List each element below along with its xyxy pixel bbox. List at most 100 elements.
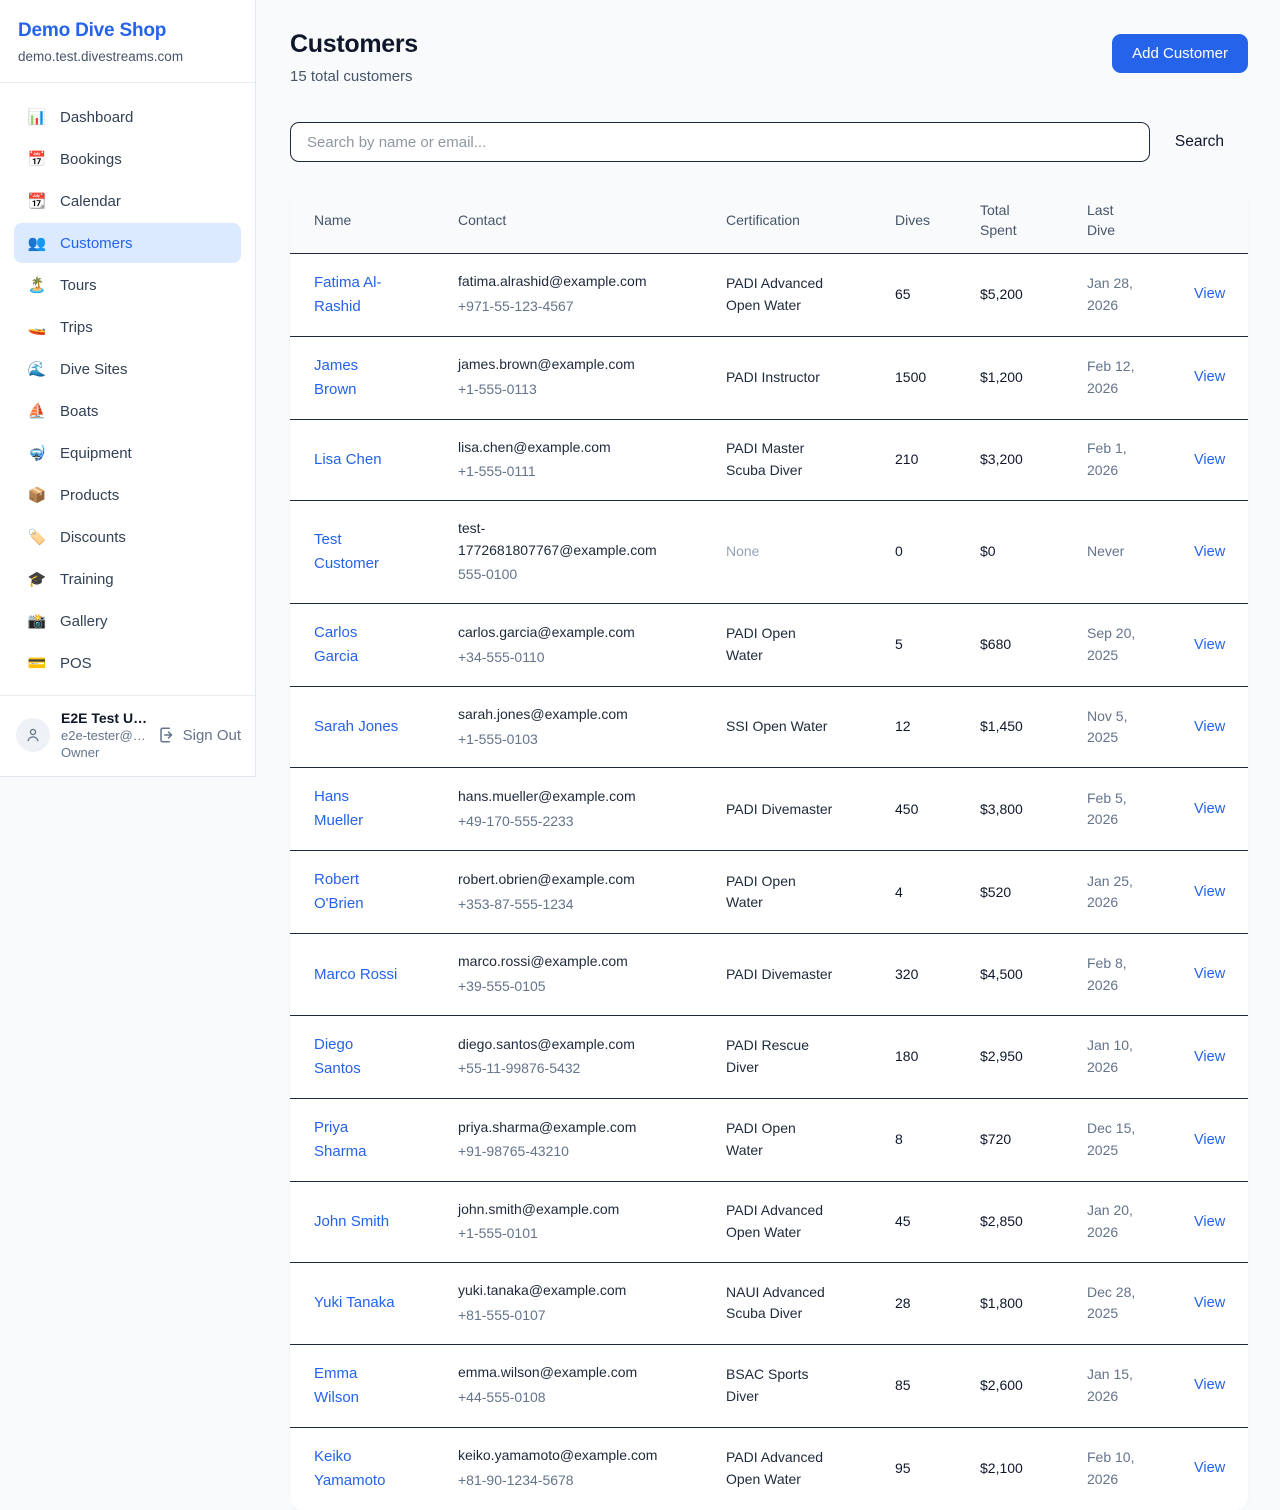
last-dive-date: Feb 5, 2026 — [1087, 788, 1145, 831]
sidebar-item-pos[interactable]: 💳 POS — [14, 643, 241, 683]
dives-count: 5 — [895, 604, 980, 687]
user-role: Owner — [61, 745, 147, 760]
customer-name-link[interactable]: Test Customer — [314, 528, 400, 576]
table-row: John Smith john.smith@example.com +1-555… — [290, 1181, 1248, 1262]
total-spent: $4,500 — [980, 934, 1087, 1015]
dives-count: 4 — [895, 851, 980, 934]
view-link[interactable]: View — [1194, 1214, 1225, 1230]
search-button[interactable]: Search — [1150, 133, 1248, 151]
view-link[interactable]: View — [1194, 544, 1225, 560]
sidebar-item-equipment[interactable]: 🤿 Equipment — [14, 433, 241, 473]
customer-phone: +81-555-0107 — [458, 1305, 658, 1327]
customer-phone: +55-11-99876-5432 — [458, 1058, 658, 1080]
customer-email: james.brown@example.com — [458, 354, 658, 376]
island-icon: 🏝️ — [27, 278, 47, 293]
customer-email: keiko.yamamoto@example.com — [458, 1445, 658, 1467]
table-row: Priya Sharma priya.sharma@example.com +9… — [290, 1098, 1248, 1181]
customer-email: robert.obrien@example.com — [458, 869, 658, 891]
main-content: Customers 15 total customers Add Custome… — [256, 0, 1280, 1510]
customer-email: sarah.jones@example.com — [458, 704, 658, 726]
column-header — [1194, 188, 1248, 253]
customer-name-link[interactable]: Lisa Chen — [314, 448, 382, 472]
customer-email: priya.sharma@example.com — [458, 1117, 658, 1139]
customer-email: yuki.tanaka@example.com — [458, 1280, 658, 1302]
credit-card-icon: 💳 — [27, 656, 47, 671]
view-link[interactable]: View — [1194, 966, 1225, 982]
last-dive-date: Dec 15, 2025 — [1087, 1118, 1145, 1161]
sign-out-button[interactable]: Sign Out — [158, 726, 241, 744]
customer-contact: robert.obrien@example.com +353-87-555-12… — [458, 869, 658, 915]
add-customer-button[interactable]: Add Customer — [1112, 34, 1248, 73]
sidebar-item-bookings[interactable]: 📅 Bookings — [14, 139, 241, 179]
certification: PADI Divemaster — [726, 964, 836, 986]
last-dive-date: Nov 5, 2025 — [1087, 706, 1145, 749]
sidebar-item-calendar[interactable]: 📆 Calendar — [14, 181, 241, 221]
sidebar-item-label: Gallery — [60, 613, 108, 630]
view-link[interactable]: View — [1194, 801, 1225, 817]
customer-name-link[interactable]: Yuki Tanaka — [314, 1291, 395, 1315]
sidebar-item-boats[interactable]: ⛵ Boats — [14, 391, 241, 431]
customer-email: test-1772681807767@example.com — [458, 518, 658, 561]
sidebar-item-customers[interactable]: 👥 Customers — [14, 223, 241, 263]
sidebar-item-label: Discounts — [60, 529, 126, 546]
customer-name-link[interactable]: Diego Santos — [314, 1033, 400, 1081]
customer-name-link[interactable]: John Smith — [314, 1210, 389, 1234]
sidebar-item-training[interactable]: 🎓 Training — [14, 559, 241, 599]
sidebar-item-discounts[interactable]: 🏷️ Discounts — [14, 517, 241, 557]
view-link[interactable]: View — [1194, 1049, 1225, 1065]
last-dive-date: Feb 12, 2026 — [1087, 356, 1145, 399]
sidebar-item-label: Tours — [60, 277, 97, 294]
view-link[interactable]: View — [1194, 452, 1225, 468]
sidebar-item-gallery[interactable]: 📸 Gallery — [14, 601, 241, 641]
tag-icon: 🏷️ — [27, 530, 47, 545]
view-link[interactable]: View — [1194, 637, 1225, 653]
bar-chart-icon: 📊 — [27, 110, 47, 125]
customer-email: carlos.garcia@example.com — [458, 622, 658, 644]
last-dive-date: Dec 28, 2025 — [1087, 1282, 1145, 1325]
total-spent: $520 — [980, 851, 1087, 934]
total-spent: $2,850 — [980, 1181, 1087, 1262]
shop-domain: demo.test.divestreams.com — [18, 49, 237, 64]
customer-email: fatima.alrashid@example.com — [458, 271, 658, 293]
customer-phone: +49-170-555-2233 — [458, 811, 658, 833]
last-dive-date: Jan 10, 2026 — [1087, 1035, 1145, 1078]
table-row: Keiko Yamamoto keiko.yamamoto@example.co… — [290, 1427, 1248, 1510]
view-link[interactable]: View — [1194, 1295, 1225, 1311]
customer-name-link[interactable]: Sarah Jones — [314, 715, 398, 739]
view-link[interactable]: View — [1194, 1460, 1225, 1476]
sidebar-item-label: Dashboard — [60, 109, 133, 126]
table-row: Carlos Garcia carlos.garcia@example.com … — [290, 604, 1248, 687]
customer-contact: carlos.garcia@example.com +34-555-0110 — [458, 622, 658, 668]
view-link[interactable]: View — [1194, 286, 1225, 302]
user-email: e2e-tester@… — [61, 728, 147, 743]
customer-name-link[interactable]: Priya Sharma — [314, 1116, 400, 1164]
customer-phone: +91-98765-43210 — [458, 1141, 658, 1163]
customer-name-link[interactable]: Carlos Garcia — [314, 621, 400, 669]
sidebar-item-products[interactable]: 📦 Products — [14, 475, 241, 515]
customer-name-link[interactable]: Hans Mueller — [314, 785, 400, 833]
view-link[interactable]: View — [1194, 719, 1225, 735]
sidebar-item-label: Products — [60, 487, 119, 504]
customer-name-link[interactable]: Robert O'Brien — [314, 868, 400, 916]
view-link[interactable]: View — [1194, 884, 1225, 900]
table-header-row: NameContactCertificationDivesTotal Spent… — [290, 188, 1248, 253]
view-link[interactable]: View — [1194, 369, 1225, 385]
sidebar-item-trips[interactable]: 🚤 Trips — [14, 307, 241, 347]
customer-name-link[interactable]: James Brown — [314, 354, 400, 402]
customer-contact: priya.sharma@example.com +91-98765-43210 — [458, 1117, 658, 1163]
customer-phone: +1-555-0111 — [458, 461, 658, 483]
sidebar-item-dashboard[interactable]: 📊 Dashboard — [14, 97, 241, 137]
last-dive-date: Jan 20, 2026 — [1087, 1200, 1145, 1243]
customer-name-link[interactable]: Fatima Al-Rashid — [314, 271, 400, 319]
customer-name-link[interactable]: Marco Rossi — [314, 963, 397, 987]
customer-name-link[interactable]: Keiko Yamamoto — [314, 1445, 400, 1493]
last-dive-date: Feb 8, 2026 — [1087, 953, 1145, 996]
view-link[interactable]: View — [1194, 1377, 1225, 1393]
table-row: Emma Wilson emma.wilson@example.com +44-… — [290, 1344, 1248, 1427]
customer-name-link[interactable]: Emma Wilson — [314, 1362, 400, 1410]
sidebar-item-label: Bookings — [60, 151, 122, 168]
sidebar-item-dive-sites[interactable]: 🌊 Dive Sites — [14, 349, 241, 389]
sidebar-item-tours[interactable]: 🏝️ Tours — [14, 265, 241, 305]
search-input[interactable] — [290, 122, 1150, 162]
view-link[interactable]: View — [1194, 1132, 1225, 1148]
